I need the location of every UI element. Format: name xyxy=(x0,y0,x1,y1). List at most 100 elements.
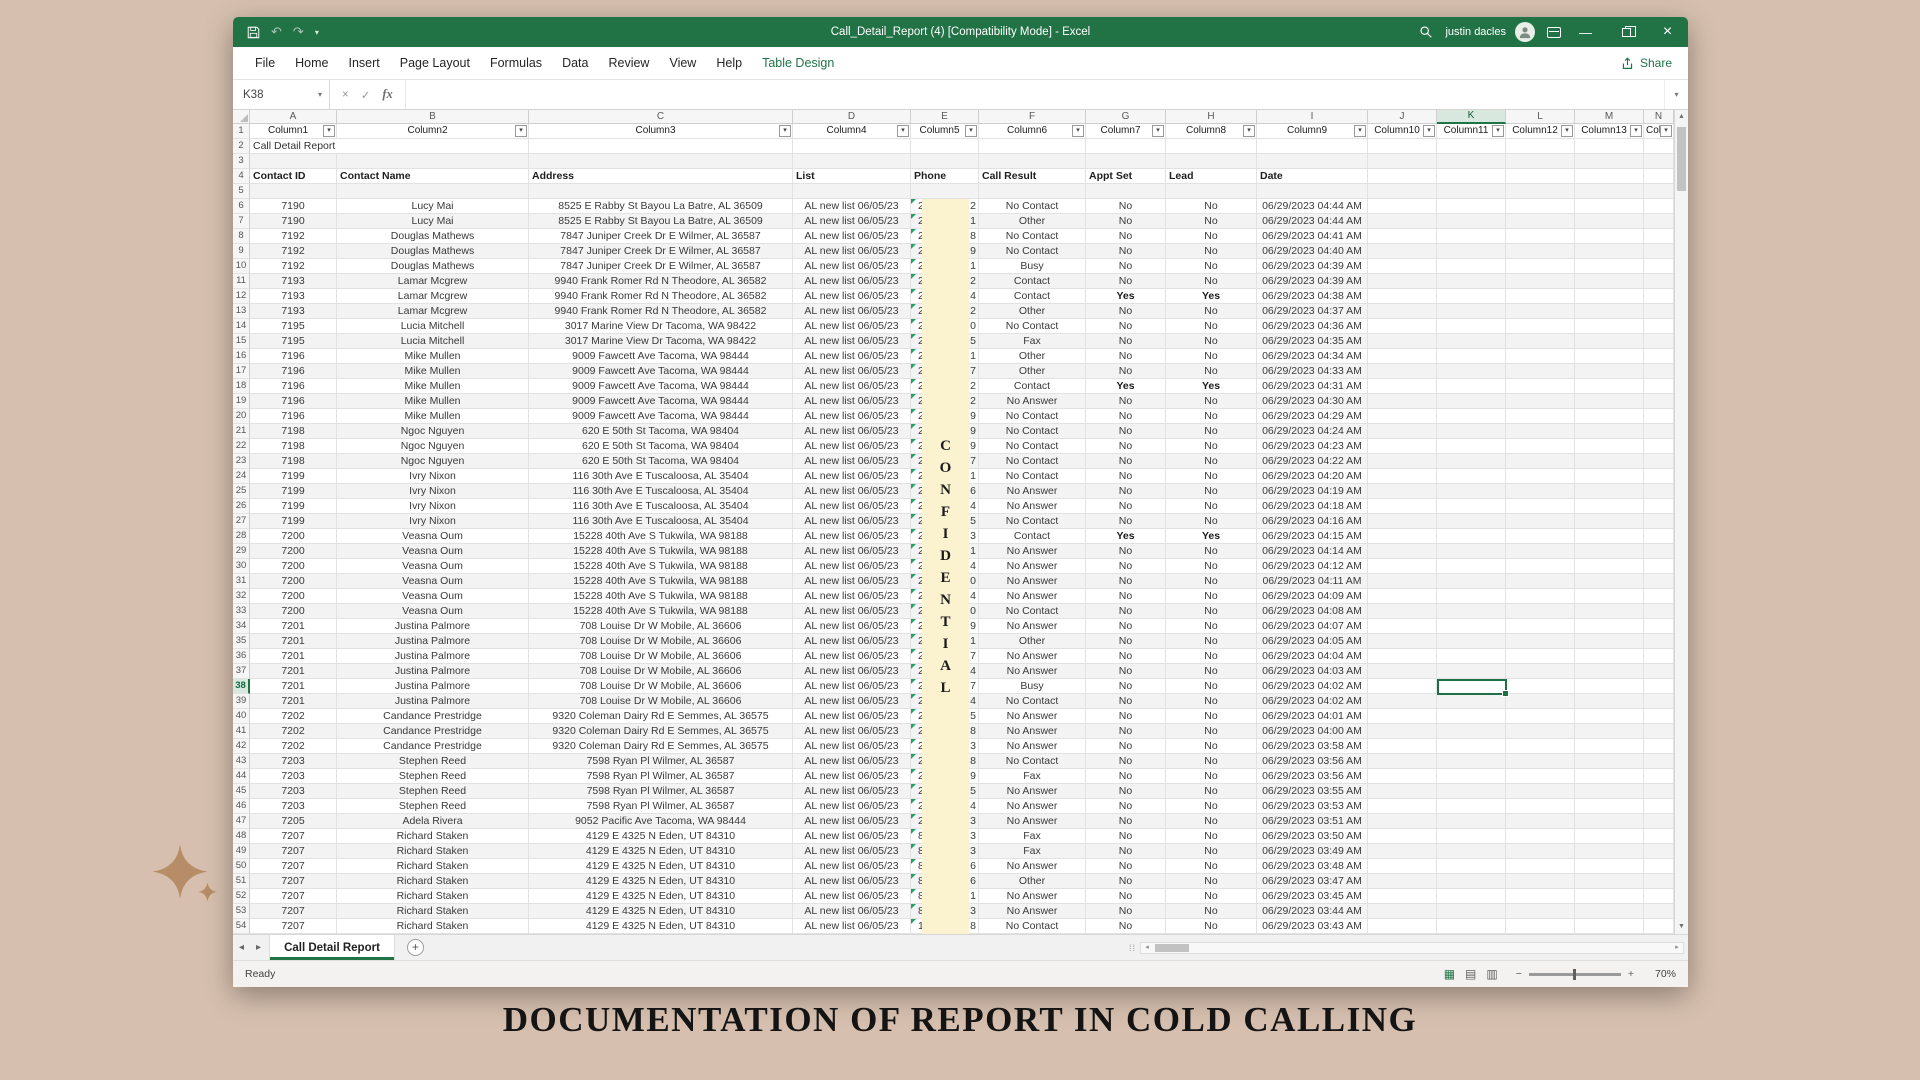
cell-G30[interactable]: No xyxy=(1086,559,1166,574)
cell-C6[interactable]: 8525 E Rabby St Bayou La Batre, AL 36509 xyxy=(529,199,793,214)
row-header-29[interactable]: 29 xyxy=(233,544,250,559)
cell-J39[interactable] xyxy=(1368,694,1437,709)
cell-E42[interactable]: 23 xyxy=(911,739,979,754)
cell-I35[interactable]: 06/29/2023 04:05 AM xyxy=(1257,634,1368,649)
cell-K9[interactable] xyxy=(1437,244,1506,259)
cell-M48[interactable] xyxy=(1575,829,1644,844)
cell-I22[interactable]: 06/29/2023 04:23 AM xyxy=(1257,439,1368,454)
cell-D6[interactable]: AL new list 06/05/23 xyxy=(793,199,911,214)
cell-J27[interactable] xyxy=(1368,514,1437,529)
minimize-button[interactable]: — xyxy=(1565,17,1606,47)
cell-H2[interactable] xyxy=(1166,139,1257,154)
cell-M3[interactable] xyxy=(1575,154,1644,169)
cell-C3[interactable] xyxy=(529,154,793,169)
zoom-slider[interactable] xyxy=(1529,973,1621,976)
cell-L17[interactable] xyxy=(1506,364,1575,379)
cell-B10[interactable]: Douglas Mathews xyxy=(337,259,529,274)
cell-J30[interactable] xyxy=(1368,559,1437,574)
cell-A45[interactable]: 7203 xyxy=(250,784,337,799)
cell-N40[interactable] xyxy=(1644,709,1674,724)
cell-D51[interactable]: AL new list 06/05/23 xyxy=(793,874,911,889)
cell-J50[interactable] xyxy=(1368,859,1437,874)
cell-A27[interactable]: 7199 xyxy=(250,514,337,529)
cell-E26[interactable]: 24 xyxy=(911,499,979,514)
cell-H42[interactable]: No xyxy=(1166,739,1257,754)
cell-K27[interactable] xyxy=(1437,514,1506,529)
row-header-25[interactable]: 25 xyxy=(233,484,250,499)
cell-D48[interactable]: AL new list 06/05/23 xyxy=(793,829,911,844)
cell-F44[interactable]: Fax xyxy=(979,769,1086,784)
cell-J33[interactable] xyxy=(1368,604,1437,619)
cell-I29[interactable]: 06/29/2023 04:14 AM xyxy=(1257,544,1368,559)
cell-E49[interactable]: 83 xyxy=(911,844,979,859)
cell-E33[interactable]: 20 xyxy=(911,604,979,619)
cell-I7[interactable]: 06/29/2023 04:44 AM xyxy=(1257,214,1368,229)
qat-dropdown-icon[interactable]: ▾ xyxy=(315,28,319,37)
row-header-39[interactable]: 39 xyxy=(233,694,250,709)
cell-G36[interactable]: No xyxy=(1086,649,1166,664)
cell-B50[interactable]: Richard Staken xyxy=(337,859,529,874)
cell-J53[interactable] xyxy=(1368,904,1437,919)
cell-F9[interactable]: No Contact xyxy=(979,244,1086,259)
cell-G40[interactable]: No xyxy=(1086,709,1166,724)
cell-J19[interactable] xyxy=(1368,394,1437,409)
cell-G3[interactable] xyxy=(1086,154,1166,169)
cell-D47[interactable]: AL new list 06/05/23 xyxy=(793,814,911,829)
cell-M1[interactable]: Column13▾ xyxy=(1575,124,1644,139)
column-header-C[interactable]: C xyxy=(529,110,793,124)
cell-K43[interactable] xyxy=(1437,754,1506,769)
cell-B37[interactable]: Justina Palmore xyxy=(337,664,529,679)
cell-N38[interactable] xyxy=(1644,679,1674,694)
row-header-22[interactable]: 22 xyxy=(233,439,250,454)
row-header-35[interactable]: 35 xyxy=(233,634,250,649)
cell-K36[interactable] xyxy=(1437,649,1506,664)
cell-H49[interactable]: No xyxy=(1166,844,1257,859)
cell-H46[interactable]: No xyxy=(1166,799,1257,814)
cell-J10[interactable] xyxy=(1368,259,1437,274)
cell-D15[interactable]: AL new list 06/05/23 xyxy=(793,334,911,349)
cell-K32[interactable] xyxy=(1437,589,1506,604)
horizontal-scrollbar[interactable]: ⁞⁞ ◂ ▸ xyxy=(1129,942,1684,954)
cell-K8[interactable] xyxy=(1437,229,1506,244)
cell-H17[interactable]: No xyxy=(1166,364,1257,379)
cell-K24[interactable] xyxy=(1437,469,1506,484)
cell-J42[interactable] xyxy=(1368,739,1437,754)
cell-N29[interactable] xyxy=(1644,544,1674,559)
cell-N33[interactable] xyxy=(1644,604,1674,619)
cell-H19[interactable]: No xyxy=(1166,394,1257,409)
cell-E16[interactable]: 21 xyxy=(911,349,979,364)
cell-L3[interactable] xyxy=(1506,154,1575,169)
cell-B43[interactable]: Stephen Reed xyxy=(337,754,529,769)
cell-G13[interactable]: No xyxy=(1086,304,1166,319)
cell-E51[interactable]: 86 xyxy=(911,874,979,889)
row-header-37[interactable]: 37 xyxy=(233,664,250,679)
column-header-L[interactable]: L xyxy=(1506,110,1575,124)
cell-L46[interactable] xyxy=(1506,799,1575,814)
cell-N21[interactable] xyxy=(1644,424,1674,439)
cell-D18[interactable]: AL new list 06/05/23 xyxy=(793,379,911,394)
cell-G46[interactable]: No xyxy=(1086,799,1166,814)
cell-K29[interactable] xyxy=(1437,544,1506,559)
cell-L7[interactable] xyxy=(1506,214,1575,229)
cell-C18[interactable]: 9009 Fawcett Ave Tacoma, WA 98444 xyxy=(529,379,793,394)
cell-C21[interactable]: 620 E 50th St Tacoma, WA 98404 xyxy=(529,424,793,439)
cell-C35[interactable]: 708 Louise Dr W Mobile, AL 36606 xyxy=(529,634,793,649)
cell-F45[interactable]: No Answer xyxy=(979,784,1086,799)
cell-G50[interactable]: No xyxy=(1086,859,1166,874)
cell-C16[interactable]: 9009 Fawcett Ave Tacoma, WA 98444 xyxy=(529,349,793,364)
cell-N53[interactable] xyxy=(1644,904,1674,919)
cell-J51[interactable] xyxy=(1368,874,1437,889)
cell-K50[interactable] xyxy=(1437,859,1506,874)
cell-F42[interactable]: No Answer xyxy=(979,739,1086,754)
cell-L22[interactable] xyxy=(1506,439,1575,454)
cell-B30[interactable]: Veasna Oum xyxy=(337,559,529,574)
cell-B16[interactable]: Mike Mullen xyxy=(337,349,529,364)
cell-G1[interactable]: Column7▾ xyxy=(1086,124,1166,139)
cell-F16[interactable]: Other xyxy=(979,349,1086,364)
row-header-28[interactable]: 28 xyxy=(233,529,250,544)
cell-D42[interactable]: AL new list 06/05/23 xyxy=(793,739,911,754)
cell-L35[interactable] xyxy=(1506,634,1575,649)
cell-N36[interactable] xyxy=(1644,649,1674,664)
cell-J22[interactable] xyxy=(1368,439,1437,454)
cell-M23[interactable] xyxy=(1575,454,1644,469)
